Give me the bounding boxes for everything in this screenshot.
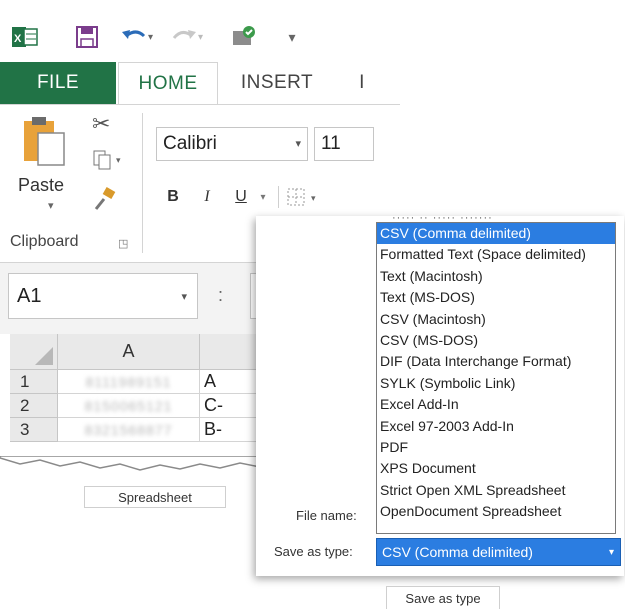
list-item[interactable]: PDF [377,437,615,458]
table-cell[interactable]: 8150065121 [58,394,200,418]
ribbon-tabs: FILE HOME INSERT I [0,62,400,105]
quick-access-toolbar: X ▾ ▾ ▾ [0,0,400,60]
clipboard-paste-icon [22,115,66,172]
list-item[interactable]: Formatted Text (Space delimited) [377,244,615,265]
table-cell[interactable]: 8111989151 [58,370,200,394]
touch-mode-icon[interactable] [228,22,262,52]
customize-qat-icon[interactable]: ▾ [282,22,302,52]
tab-partial[interactable]: I [352,62,372,104]
blurred-cell-value: 8150065121 [84,397,173,414]
save-as-type-value: CSV (Comma delimited) [382,544,533,560]
list-item[interactable]: Strict Open XML Spreadsheet [377,480,615,501]
paste-label: Paste [18,175,65,195]
table-cell[interactable]: 8321568877 [58,418,200,442]
list-item[interactable]: DIF (Data Interchange Format) [377,351,615,372]
svg-text:X: X [14,33,22,45]
paste-button[interactable]: Paste ▾ [8,111,82,221]
list-item[interactable]: Text (Macintosh) [377,266,615,287]
cut-icon[interactable]: ✂ [92,111,110,137]
undo-icon[interactable]: ▾ [118,22,160,52]
group-divider [142,113,143,253]
font-name-select[interactable]: Calibri ▾ [156,127,308,161]
list-item[interactable]: Excel Add-In [377,394,615,415]
chevron-down-icon: ▾ [295,138,301,150]
svg-text:▾: ▾ [198,32,203,43]
tab-file[interactable]: FILE [0,62,116,104]
save-as-type-label: Save as type: [274,544,353,559]
excel-logo-icon[interactable]: X [8,22,42,52]
row-header[interactable]: 2 [10,394,58,418]
select-all-corner[interactable] [10,334,58,370]
list-item[interactable]: OpenDocument Spreadsheet [377,501,615,522]
save-icon[interactable] [72,22,102,52]
underline-button[interactable]: U [228,183,254,211]
name-box-value: A1 [17,284,42,307]
list-item[interactable]: Text (MS-DOS) [377,287,615,308]
paste-dropdown-icon: ▾ [48,200,54,212]
list-item[interactable]: XPS Document [377,458,615,479]
dialog-launcher-icon[interactable]: ◳ [118,237,128,250]
tab-insert[interactable]: INSERT [222,62,332,104]
format-painter-icon[interactable] [92,187,118,216]
svg-text:▾: ▾ [116,155,121,165]
save-as-type-select[interactable]: CSV (Comma delimited) ▾ [376,538,621,566]
font-divider [276,183,280,211]
svg-text:▾: ▾ [311,193,316,203]
list-item[interactable]: Excel 97-2003 Add-In [377,416,615,437]
save-as-type-caption: Save as type [386,586,500,609]
italic-button[interactable]: I [194,183,220,211]
blurred-cell-value: 8111989151 [85,373,172,390]
list-item[interactable]: CSV (MS-DOS) [377,330,615,351]
spreadsheet-caption: Spreadsheet [84,486,226,508]
chevron-down-icon: ▾ [181,291,187,303]
list-item[interactable]: CSV (Comma delimited) [377,223,615,245]
list-item[interactable]: SYLK (Symbolic Link) [377,373,615,394]
font-size-select[interactable]: 11 [314,127,374,161]
copy-icon[interactable]: ▾ [92,149,126,176]
blurred-cell-value: 8321568877 [84,421,173,438]
font-size-value: 11 [321,133,341,154]
borders-icon[interactable]: ▾ [286,183,326,211]
file-name-label: File name: [296,508,357,523]
tab-home[interactable]: HOME [118,62,218,105]
font-name-value: Calibri [163,133,217,154]
underline-dropdown-icon[interactable]: ▾ [256,183,270,211]
clipboard-group-label: Clipboard [10,233,79,250]
row-header[interactable]: 1 [10,370,58,394]
chevron-down-icon: ▾ [608,547,614,558]
column-header-a[interactable]: A [58,334,200,370]
bold-button[interactable]: B [160,183,186,211]
redo-icon[interactable]: ▾ [168,22,210,52]
list-item[interactable]: CSV (Macintosh) [377,309,615,330]
file-type-dropdown-list[interactable]: CSV (Comma delimited) Formatted Text (Sp… [376,222,616,534]
svg-text:▾: ▾ [148,32,153,43]
formula-bar-separator: : [218,285,224,305]
row-header[interactable]: 3 [10,418,58,442]
name-box[interactable]: A1 ▾ [8,273,198,319]
